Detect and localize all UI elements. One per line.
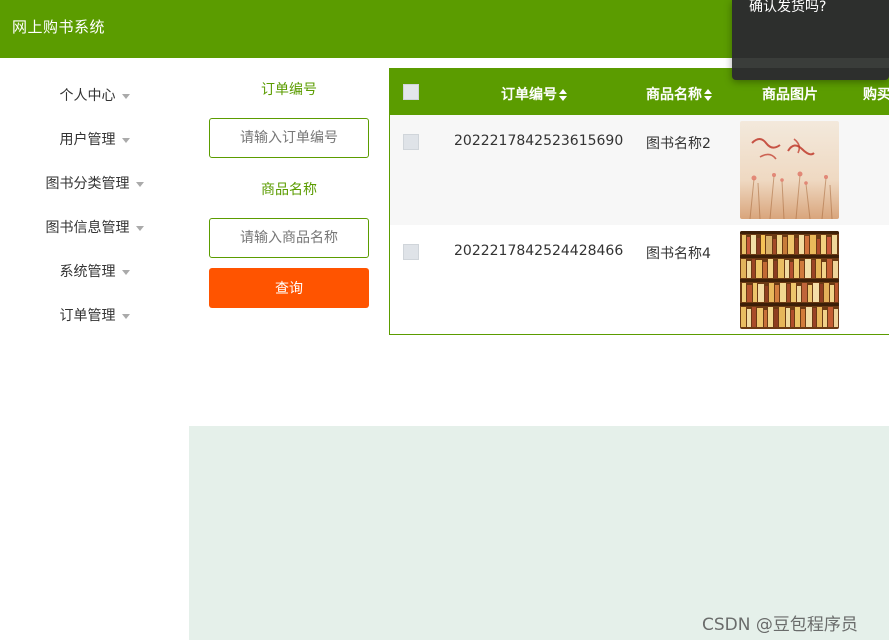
header-order-no-label: 订单编号 [501, 87, 557, 103]
sidebar-item-system[interactable]: 系统管理 [0, 256, 189, 286]
table-row[interactable]: 2022217842524428466 图书名称4 [390, 225, 889, 334]
sidebar-item-personal-center[interactable]: 个人中心 [0, 80, 189, 110]
popover-text: 确认发货吗? [749, 0, 827, 15]
caret-down-icon [135, 181, 144, 187]
order-no-input[interactable] [209, 118, 369, 158]
product-name-cell: 图书名称2 [646, 136, 711, 152]
header-product-name[interactable]: 商品名称 [646, 84, 712, 104]
sidebar-item-label: 图书分类管理 [45, 176, 130, 192]
caret-down-icon [121, 137, 130, 143]
caret-down-icon [121, 93, 130, 99]
header-buy: 购买 [863, 87, 889, 103]
sidebar-item-book-category[interactable]: 图书分类管理 [0, 168, 189, 198]
product-name-cell: 图书名称4 [646, 246, 711, 262]
header-product-name-label: 商品名称 [646, 87, 702, 103]
sidebar-item-label: 用户管理 [59, 132, 116, 148]
bookshelf-image[interactable] [740, 231, 839, 329]
sidebar-item-orders[interactable]: 订单管理 [0, 300, 189, 330]
sidebar-item-label: 系统管理 [59, 264, 116, 280]
content-background [189, 426, 889, 640]
orders-table: 订单编号 商品名称 商品图片 购买 2022217842523615690 图书… [389, 68, 889, 335]
product-name-label: 商品名称 [261, 182, 317, 198]
caret-down-icon [121, 313, 130, 319]
row-checkbox[interactable] [403, 134, 419, 150]
query-button[interactable]: 查询 [209, 268, 369, 308]
caret-down-icon [121, 269, 130, 275]
watermark: CSDN @豆包程序员 [702, 615, 858, 635]
product-name-input[interactable] [209, 218, 369, 258]
app-title: 网上购书系统 [12, 18, 106, 36]
sidebar: 个人中心 用户管理 图书分类管理 图书信息管理 系统管理 订单管理 [0, 58, 189, 640]
order-no-label: 订单编号 [261, 82, 317, 98]
header-order-no[interactable]: 订单编号 [501, 84, 567, 104]
select-all-checkbox[interactable] [403, 84, 419, 100]
table-row[interactable]: 2022217842523615690 图书名称2 [390, 115, 889, 225]
sidebar-item-book-info[interactable]: 图书信息管理 [0, 212, 189, 242]
book-cover-image[interactable] [740, 121, 839, 219]
sort-icon[interactable] [704, 89, 712, 101]
order-no-cell: 2022217842523615690 [454, 133, 624, 149]
order-no-cell: 2022217842524428466 [454, 243, 624, 259]
confirm-ship-popover: 确认发货吗? [732, 0, 889, 80]
row-checkbox[interactable] [403, 244, 419, 260]
sidebar-item-label: 个人中心 [59, 88, 116, 104]
sidebar-item-user-management[interactable]: 用户管理 [0, 124, 189, 154]
header-image: 商品图片 [762, 87, 818, 103]
caret-down-icon [135, 225, 144, 231]
sort-icon[interactable] [559, 89, 567, 101]
popover-footer [732, 58, 889, 68]
sidebar-item-label: 图书信息管理 [45, 220, 130, 236]
sidebar-item-label: 订单管理 [59, 308, 116, 324]
